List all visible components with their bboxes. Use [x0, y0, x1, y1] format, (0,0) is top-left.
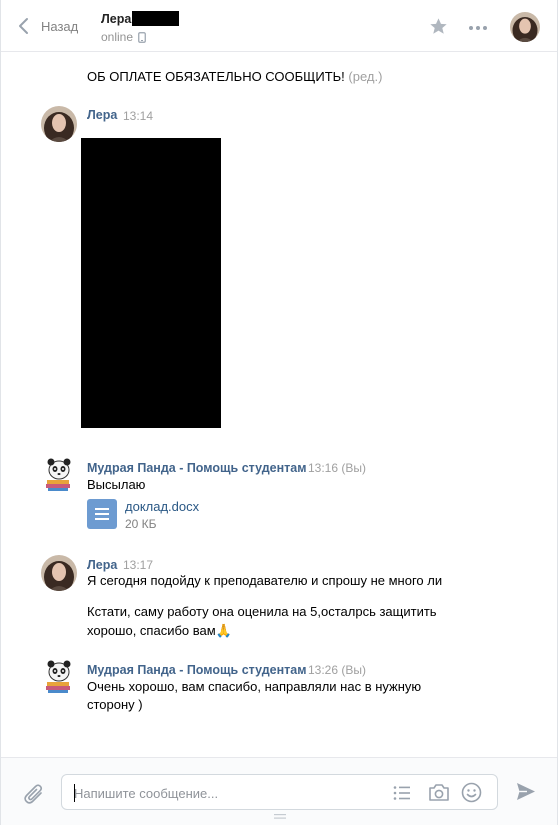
message-time[interactable]: 13:14 — [123, 109, 153, 123]
message-text: хорошо, спасибо вам🙏 — [87, 623, 232, 638]
avatar[interactable] — [41, 106, 77, 142]
document-size: 20 КБ — [125, 517, 157, 531]
send-icon[interactable] — [516, 782, 536, 801]
message-time[interactable]: 13:17 — [123, 558, 153, 572]
chat-header: Назад Лера online — [1, 0, 557, 52]
phone-icon — [138, 31, 146, 43]
document-title[interactable]: доклад.docx — [125, 499, 199, 514]
panda-avatar[interactable] — [41, 456, 77, 492]
message-text: Высылаю — [87, 477, 146, 492]
list-icon[interactable] — [393, 785, 411, 801]
time-value: 13:16 — [308, 461, 339, 475]
more-icon[interactable] — [468, 25, 488, 31]
redacted-surname — [132, 11, 180, 26]
peer-avatar[interactable] — [510, 12, 540, 42]
camera-icon[interactable] — [428, 783, 450, 802]
message-author[interactable]: Лера — [87, 108, 117, 122]
paperclip-icon[interactable] — [23, 782, 45, 806]
message-author[interactable]: Мудрая Панда - Помощь студентам — [87, 663, 306, 677]
message-input[interactable] — [74, 784, 374, 802]
message-text: Очень хорошо, вам спасибо, направляли на… — [87, 679, 422, 694]
chat-window: Назад Лера online ОБ ОПЛАТЕ ОБЯЗАТЕЛЬНО … — [0, 0, 558, 825]
time-value: 13:26 — [308, 663, 339, 677]
back-label: Назад — [41, 18, 79, 34]
message-author[interactable]: Лера — [87, 558, 117, 572]
smile-icon[interactable] — [461, 782, 482, 803]
message-time[interactable]: 13:26 (Вы) — [308, 663, 366, 677]
edited-label: (ред.) — [348, 69, 383, 84]
message-body: ОБ ОПЛАТЕ ОБЯЗАТЕЛЬНО СООБЩИТЬ! — [87, 69, 345, 84]
message-time[interactable]: 13:16 (Вы) — [308, 461, 366, 475]
resize-handle-icon[interactable] — [274, 814, 286, 820]
panda-avatar[interactable] — [41, 658, 77, 694]
message-text: сторону ) — [87, 697, 143, 712]
you-suffix: (Вы) — [341, 461, 366, 475]
document-attachment[interactable]: доклад.docx 20 КБ — [87, 499, 199, 531]
peer-info[interactable]: Лера online — [101, 11, 180, 44]
back-button[interactable]: Назад — [17, 17, 78, 35]
photo-attachment-redacted[interactable] — [81, 138, 221, 428]
message-text: Кстати, саму работу она оценила на 5,ост… — [87, 604, 437, 619]
message-text: ОБ ОПЛАТЕ ОБЯЗАТЕЛЬНО СООБЩИТЬ! (ред.) — [87, 68, 382, 86]
message-author[interactable]: Мудрая Панда - Помощь студентам — [87, 461, 306, 475]
chevron-left-icon — [19, 18, 28, 34]
message-input-box[interactable] — [61, 774, 498, 810]
you-suffix: (Вы) — [341, 663, 366, 677]
peer-name: Лера — [101, 11, 132, 26]
peer-status: online — [101, 30, 134, 44]
document-icon — [87, 499, 117, 529]
text-caret — [74, 784, 75, 802]
avatar[interactable] — [41, 555, 77, 591]
message-text: Я сегодня подойду к преподавателю и спро… — [87, 573, 443, 588]
star-icon[interactable] — [429, 17, 448, 36]
